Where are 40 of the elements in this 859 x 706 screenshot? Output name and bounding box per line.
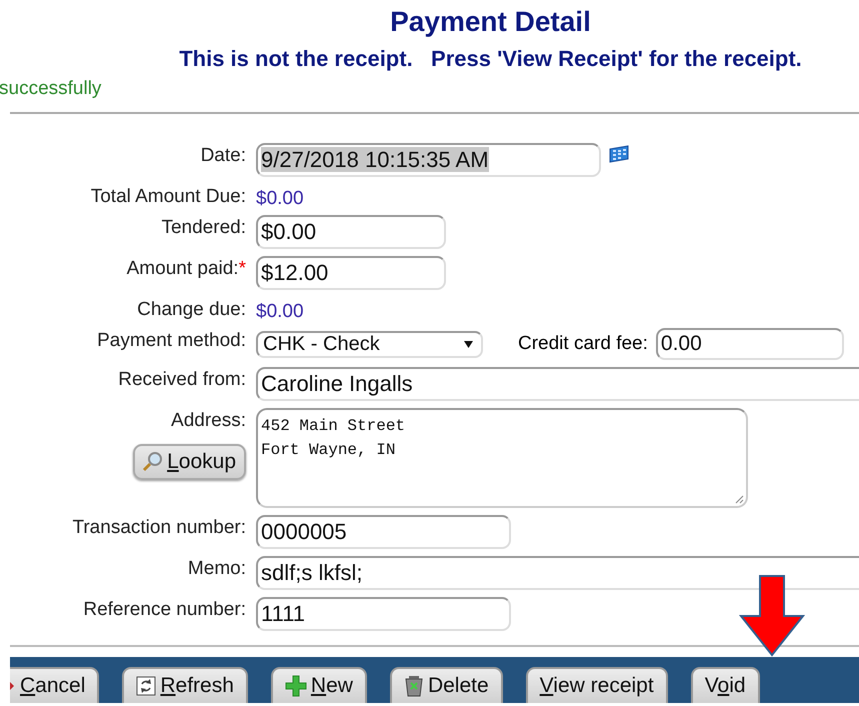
field-label: Amount paid:* <box>126 257 246 280</box>
field-label: Payment method: <box>97 329 246 352</box>
payment-method-dropdown[interactable]: CHK - Check <box>256 330 483 358</box>
calendar-icon[interactable] <box>609 145 629 163</box>
field-label: Transaction number: <box>72 516 246 539</box>
notice-text: This is not the receipt. Press 'View Receipt' for the receipt. <box>179 46 802 72</box>
field-label: Change due: <box>137 298 246 321</box>
toolbar-button[interactable]: Delete <box>390 667 503 703</box>
toolbar-button[interactable]: View receipt <box>526 667 668 703</box>
lookup-button[interactable]: Lookup <box>133 444 246 480</box>
trash-icon <box>404 675 424 697</box>
input-field[interactable]: 1111 <box>256 597 511 631</box>
field-label: Tendered: <box>161 216 246 239</box>
toolbar-button[interactable]: Void <box>690 667 760 703</box>
field-label: Date: <box>200 144 246 167</box>
field-label: Memo: <box>188 557 246 580</box>
search-icon <box>141 451 164 473</box>
toolbar-button[interactable]: Cancel <box>10 667 100 703</box>
dropdown-arrow-icon <box>464 340 473 348</box>
toolbar-button[interactable]: New <box>270 667 367 703</box>
field-label: Reference number: <box>83 598 246 621</box>
input-field[interactable]: 0000005 <box>256 515 511 549</box>
input-field[interactable]: Caroline Ingalls <box>256 367 859 401</box>
input-field[interactable]: sdlf;s lkfsl; <box>256 556 859 590</box>
page-title: Payment Detail <box>389 5 592 38</box>
amount-text: $0.00 <box>256 300 304 323</box>
input-field[interactable]: 0.00 <box>656 328 844 360</box>
amount-text: $0.00 <box>256 187 304 210</box>
plus-icon <box>284 675 307 697</box>
toolbar-button[interactable]: Refresh <box>122 667 248 703</box>
address-field[interactable]: 452 Main Street Fort Wayne, IN <box>256 408 748 508</box>
field-label: Total Amount Due: <box>90 185 246 208</box>
date-field[interactable]: 9/27/2018 10:15:35 AM <box>256 143 601 177</box>
input-field[interactable]: $0.00 <box>256 215 446 249</box>
field-label: Received from: <box>118 368 246 391</box>
resize-handle-icon[interactable] <box>734 494 744 504</box>
input-field[interactable]: $12.00 <box>256 256 446 290</box>
field-label: Credit card fee: <box>518 333 648 355</box>
field-label: Address: <box>171 409 246 432</box>
refresh-icon <box>136 676 156 696</box>
